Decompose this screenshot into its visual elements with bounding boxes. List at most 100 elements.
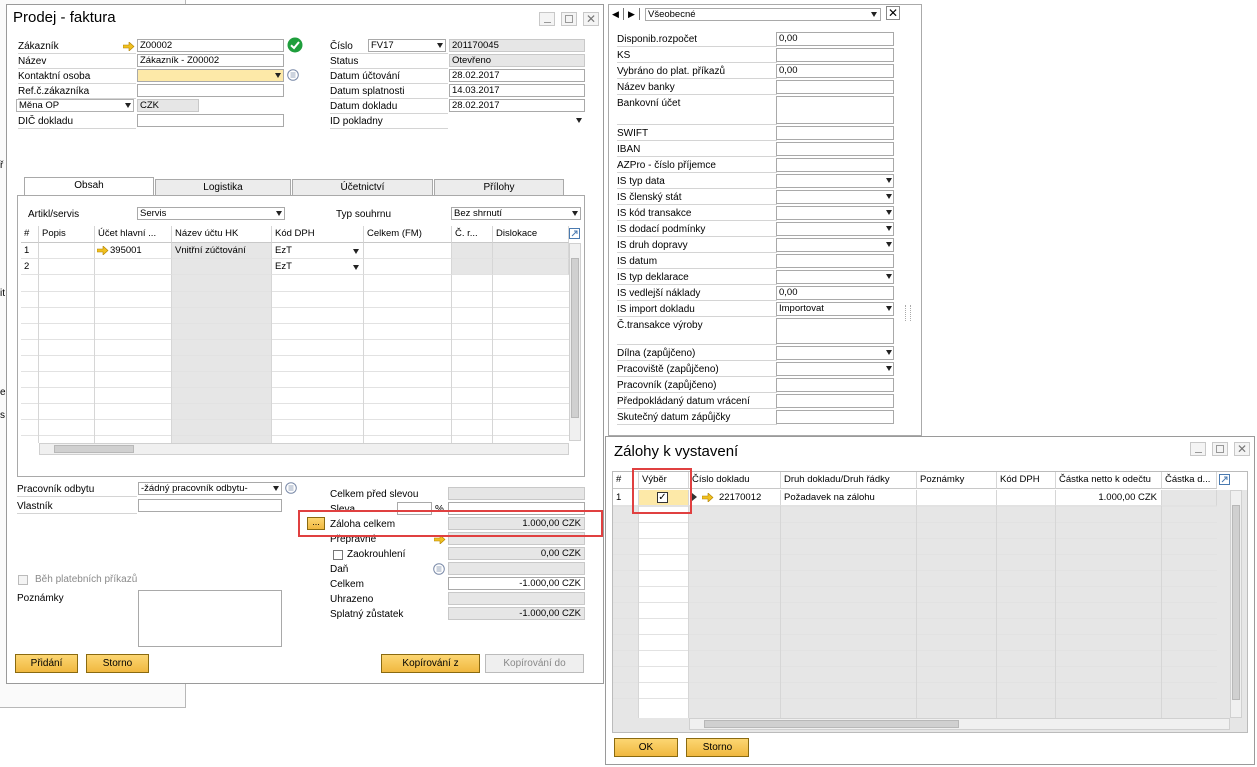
udf-field-input[interactable]: [776, 410, 894, 424]
summary-type-select[interactable]: Bez shrnutí: [451, 207, 581, 220]
document-date-field[interactable]: 28.02.2017: [449, 99, 585, 112]
due-date-field[interactable]: 14.03.2017: [449, 84, 585, 97]
tab-attachments[interactable]: Přílohy: [434, 179, 564, 196]
nav-first-icon[interactable]: ◀: [612, 9, 619, 20]
grid-header[interactable]: Kód DPH: [997, 472, 1056, 489]
add-button[interactable]: Přidání: [15, 654, 78, 673]
udf-field-input[interactable]: [776, 142, 894, 156]
series-select[interactable]: FV17: [368, 39, 446, 52]
udf-field-input[interactable]: [776, 238, 894, 252]
tax-id-field[interactable]: [137, 114, 284, 127]
scrollbar-thumb[interactable]: [54, 445, 134, 453]
vat-code-cell[interactable]: EzT: [272, 259, 364, 275]
udf-field-input[interactable]: [776, 346, 894, 360]
udf-splitter[interactable]: [905, 305, 911, 321]
description-cell[interactable]: [39, 243, 95, 259]
owner-field[interactable]: [138, 499, 282, 512]
copy-to-button[interactable]: Kopírování do: [485, 654, 584, 673]
scrollbar-thumb[interactable]: [704, 720, 959, 728]
remarks-textarea[interactable]: [138, 590, 282, 647]
udf-field-input[interactable]: [776, 158, 894, 172]
udf-field-input[interactable]: [776, 270, 894, 284]
cancel-button[interactable]: Storno: [686, 738, 749, 757]
grid-header[interactable]: Částka d...: [1162, 472, 1217, 489]
grid-header[interactable]: Poznámky: [917, 472, 997, 489]
customer-ref-field[interactable]: [137, 84, 284, 97]
expand-row-icon[interactable]: [692, 493, 697, 501]
doc-number-cell[interactable]: 22170012: [689, 490, 781, 506]
cash-register-select[interactable]: [330, 114, 585, 127]
name-field[interactable]: Zákazník - Z00002: [137, 54, 284, 67]
udf-field-input[interactable]: 0,00: [776, 32, 894, 46]
currency-type-select[interactable]: Měna OP: [16, 99, 134, 112]
link-arrow-icon[interactable]: [702, 493, 714, 502]
grid-header[interactable]: Č. r...: [452, 226, 493, 243]
udf-field-input[interactable]: [776, 206, 894, 220]
udf-field-input[interactable]: [776, 394, 894, 408]
info-list-icon[interactable]: [433, 563, 445, 575]
grid-vertical-scrollbar[interactable]: [1230, 490, 1242, 718]
payment-run-checkbox[interactable]: [18, 575, 28, 585]
udf-field-input[interactable]: [776, 362, 894, 376]
minimize-button[interactable]: [1190, 442, 1206, 456]
udf-close-icon[interactable]: ✕: [886, 6, 900, 20]
udf-field-input[interactable]: [776, 96, 894, 124]
grid-header[interactable]: Dislokace: [493, 226, 569, 243]
udf-field-input[interactable]: [776, 318, 894, 344]
copy-from-button[interactable]: Kopírování z: [381, 654, 480, 673]
tab-content[interactable]: Obsah: [24, 177, 154, 195]
contact-person-select[interactable]: [137, 69, 284, 82]
grid-header[interactable]: Částka netto k odečtu: [1056, 472, 1162, 489]
grid-header[interactable]: Kód DPH: [272, 226, 364, 243]
posting-date-field[interactable]: 28.02.2017: [449, 69, 585, 82]
grid-header[interactable]: Popis: [39, 226, 95, 243]
tab-accounting[interactable]: Účetnictví: [292, 179, 433, 196]
total-fc-cell[interactable]: [364, 243, 452, 259]
gl-account-cell[interactable]: 395001: [95, 243, 172, 259]
item-type-select[interactable]: Servis: [137, 207, 285, 220]
grid-header[interactable]: #: [21, 226, 39, 243]
grid-header[interactable]: Název účtu HK: [172, 226, 272, 243]
cancel-button[interactable]: Storno: [86, 654, 149, 673]
udf-category-select[interactable]: Všeobecné: [645, 8, 881, 21]
expand-grid-icon[interactable]: [1219, 474, 1230, 485]
net-amount-cell[interactable]: 1.000,00 CZK: [1056, 490, 1162, 506]
sales-employee-select[interactable]: -žádný pracovník odbytu-: [138, 482, 282, 495]
info-list-icon[interactable]: [285, 482, 297, 494]
grid-header[interactable]: Celkem (FM): [364, 226, 452, 243]
udf-field-input[interactable]: 0,00: [776, 64, 894, 78]
grid-header[interactable]: Číslo dokladu: [689, 472, 781, 489]
grid-horizontal-scrollbar[interactable]: [39, 443, 569, 455]
description-cell[interactable]: [39, 259, 95, 275]
udf-field-input[interactable]: [776, 80, 894, 94]
gl-account-cell[interactable]: [95, 259, 172, 275]
maximize-button[interactable]: [1212, 442, 1228, 456]
customer-field[interactable]: Z00002: [137, 39, 284, 52]
grid-header[interactable]: Druh dokladu/Druh řádky: [781, 472, 917, 489]
scrollbar-thumb[interactable]: [571, 258, 579, 418]
udf-field-input[interactable]: Importovat: [776, 302, 894, 316]
udf-field-input[interactable]: [776, 48, 894, 62]
grid-header[interactable]: Účet hlavní ...: [95, 226, 172, 243]
link-arrow-icon[interactable]: [97, 246, 109, 255]
maximize-button[interactable]: [561, 12, 577, 26]
scrollbar-thumb[interactable]: [1232, 505, 1240, 700]
info-list-icon[interactable]: [287, 69, 299, 81]
expand-grid-icon[interactable]: [569, 228, 580, 239]
nav-next-icon[interactable]: ▶: [628, 9, 635, 20]
udf-field-input[interactable]: [776, 378, 894, 392]
udf-field-input[interactable]: [776, 222, 894, 236]
grid-vertical-scrollbar[interactable]: [569, 243, 581, 441]
total-fc-cell[interactable]: [364, 259, 452, 275]
tab-logistics[interactable]: Logistika: [155, 179, 291, 196]
ok-button[interactable]: OK: [614, 738, 678, 757]
vat-code-cell[interactable]: EzT: [272, 243, 364, 259]
udf-field-input[interactable]: 0,00: [776, 286, 894, 300]
close-button[interactable]: ✕: [583, 12, 599, 26]
grid-horizontal-scrollbar[interactable]: [689, 718, 1230, 730]
udf-field-input[interactable]: [776, 126, 894, 140]
udf-field-input[interactable]: [776, 254, 894, 268]
link-arrow-icon[interactable]: [123, 42, 135, 51]
minimize-button[interactable]: [539, 12, 555, 26]
rounding-checkbox[interactable]: [333, 550, 343, 560]
